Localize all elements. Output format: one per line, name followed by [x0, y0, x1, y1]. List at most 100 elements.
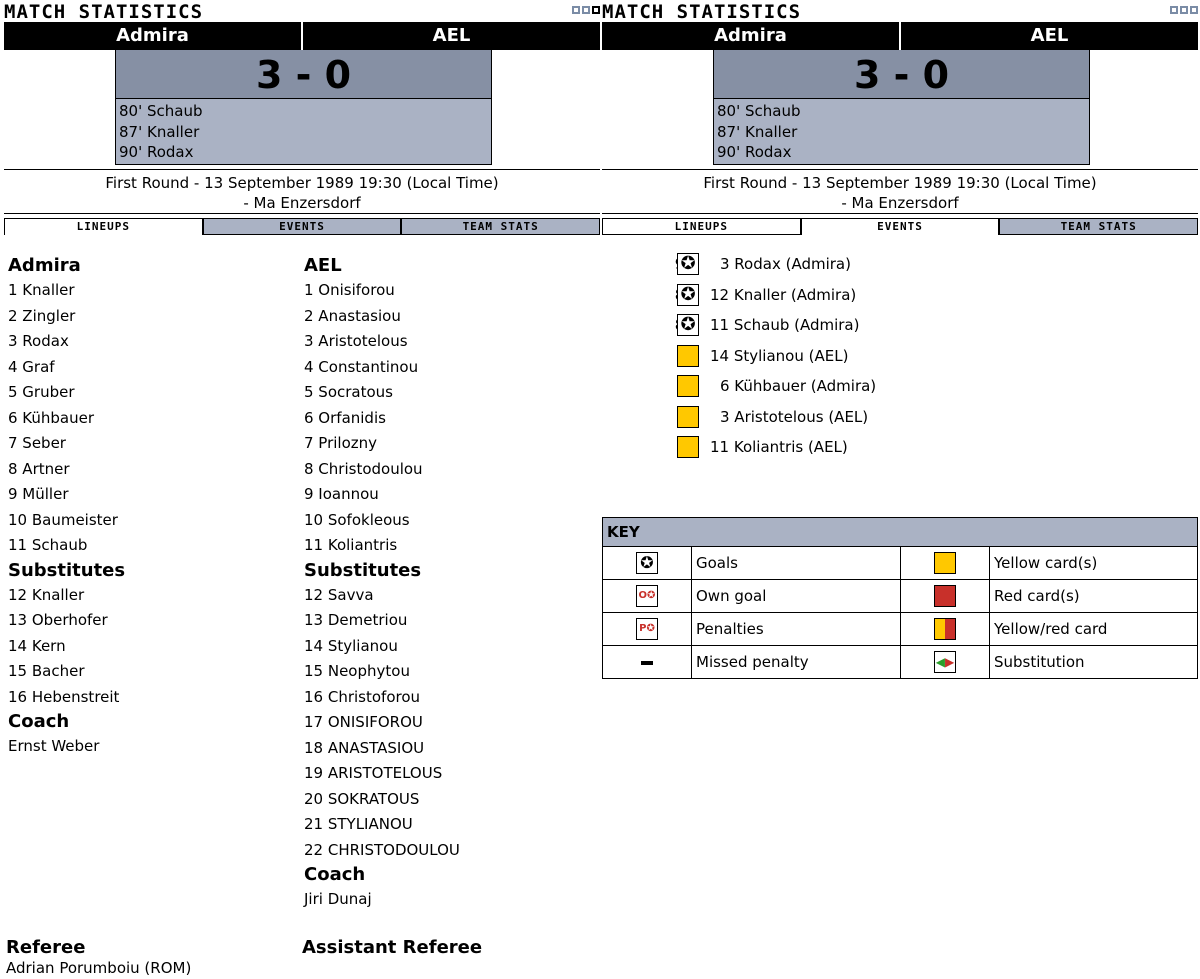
event-row: 0'14 Stylianou (AEL)	[602, 344, 1198, 375]
match-info-venue: - Ma Enzersdorf	[243, 194, 361, 212]
player-row: 10 Baumeister	[8, 510, 118, 529]
scorer: 80' Schaub	[119, 102, 203, 120]
scorers-list: 80' Schaub 87' Knaller 90' Rodax	[714, 98, 1089, 164]
score-block: 3 - 0 80' Schaub 87' Knaller 90' Rodax	[713, 50, 1090, 165]
referee-block: Referee Adrian Porumboiu (ROM)	[6, 938, 191, 978]
maximize-icon[interactable]	[592, 6, 600, 14]
scorer: 80' Schaub	[717, 102, 801, 120]
event-text: 3 Rodax (Admira)	[720, 255, 851, 273]
player-row: 3 Rodax	[8, 332, 69, 350]
missed-penalty-icon	[641, 660, 653, 665]
scorer: 87' Knaller	[119, 122, 200, 141]
player-row: 15 Bacher	[8, 662, 85, 680]
event-row: 0'3 Aristotelous (AEL)	[602, 405, 1198, 436]
event-row: 80'✪11 Schaub (Admira)	[602, 313, 1198, 344]
player-row: 18 ANASTASIOU	[304, 738, 425, 757]
key-row: P✪ Penalties Yellow/red card	[602, 612, 1198, 646]
match-info: First Round - 13 September 1989 19:30 (L…	[4, 169, 600, 213]
key-label: Missed penalty	[691, 645, 901, 679]
tab-team-stats[interactable]: TEAM STATS	[999, 218, 1199, 235]
panel-title: MATCH STATISTICS	[602, 1, 802, 23]
event-row: 87'✪12 Knaller (Admira)	[602, 283, 1198, 314]
yellow-red-card-icon	[934, 618, 956, 640]
player-row: 6 Kühbauer	[8, 408, 95, 427]
player-row: 16 Christoforou	[304, 687, 421, 706]
away-team-name: AEL	[432, 25, 471, 46]
key-row: O✪ Own goal Red card(s)	[602, 579, 1198, 613]
maximize-icon[interactable]	[1190, 6, 1198, 14]
assistant-referee-heading: Assistant Referee	[302, 937, 483, 958]
player-row: 9 Müller	[8, 485, 69, 503]
player-row: 22 CHRISTODOULOU	[304, 840, 460, 859]
tab-events[interactable]: EVENTS	[800, 218, 1000, 235]
goal-icon: ✪	[677, 314, 699, 336]
window-controls	[1170, 6, 1198, 14]
events-list: 90'✪3 Rodax (Admira)87'✪12 Knaller (Admi…	[602, 252, 1198, 466]
teams-header: Admira AEL	[602, 22, 1198, 50]
player-row: 2 Zingler	[8, 306, 76, 325]
match-info-date: First Round - 13 September 1989 19:30 (L…	[105, 174, 499, 192]
match-stats-panel-lineups: MATCH STATISTICS Admira AEL 3 - 0 80' Sc…	[4, 0, 601, 977]
match-info-date: First Round - 13 September 1989 19:30 (L…	[703, 174, 1097, 192]
score-block: 3 - 0 80' Schaub 87' Knaller 90' Rodax	[115, 50, 492, 165]
player-row: 11 Koliantris	[304, 536, 398, 554]
score: 3 - 0	[116, 50, 491, 98]
home-coach-name: Ernst Weber	[8, 737, 100, 755]
event-row: 0'11 Koliantris (AEL)	[602, 435, 1198, 466]
away-lineup-heading: AEL	[304, 255, 342, 276]
player-row: 15 Neophytou	[304, 662, 410, 680]
penalty-icon: P✪	[636, 618, 658, 640]
home-subs-heading: Substitutes	[8, 559, 126, 581]
player-row: 11 Schaub	[8, 536, 88, 554]
player-row: 6 Orfanidis	[304, 408, 386, 427]
score: 3 - 0	[714, 50, 1089, 98]
player-row: 7 Seber	[8, 434, 66, 452]
home-lineup-heading: Admira	[8, 255, 81, 276]
event-text: 14 Stylianou (AEL)	[710, 346, 849, 365]
scorer: 87' Knaller	[717, 122, 798, 141]
event-text: 12 Knaller (Admira)	[710, 285, 857, 304]
tab-bar: LINEUPS EVENTS TEAM STATS	[4, 213, 601, 235]
player-row: 8 Christodoulou	[304, 459, 423, 478]
restore-icon[interactable]	[582, 6, 590, 14]
yellow-card-icon	[677, 436, 699, 458]
minimize-icon[interactable]	[572, 6, 580, 14]
tab-events[interactable]: EVENTS	[202, 218, 402, 235]
event-text: 3 Aristotelous (AEL)	[720, 407, 869, 426]
player-row: 5 Gruber	[8, 383, 75, 401]
home-team-name: Admira	[4, 22, 303, 50]
player-row: 14 Stylianou	[304, 636, 398, 655]
home-team-name: Admira	[602, 22, 901, 50]
scorer: 90' Rodax	[717, 143, 792, 161]
own-goal-icon: O✪	[636, 585, 658, 607]
away-lineup: AEL 1 Onisiforou 2 Anastasiou 3 Aristotelo…	[304, 254, 460, 911]
player-row: 1 Knaller	[8, 281, 75, 299]
referee-name: Adrian Porumboiu (ROM)	[6, 959, 192, 977]
tab-bar: LINEUPS EVENTS TEAM STATS	[602, 213, 1199, 235]
panel-titlebar: MATCH STATISTICS	[602, 0, 1198, 22]
tab-lineups[interactable]: LINEUPS	[602, 218, 801, 235]
minimize-icon[interactable]	[1170, 6, 1178, 14]
yellow-card-icon	[934, 552, 956, 574]
tab-team-stats[interactable]: TEAM STATS	[401, 218, 601, 235]
key-row: Missed penalty ◀▶ Substitution	[602, 645, 1198, 679]
player-row: 21 STYLIANOU	[304, 815, 413, 833]
player-row: 3 Aristotelous	[304, 332, 408, 350]
home-lineup: Admira 1 Knaller 2 Zingler 3 Rodax 4 Graf 5 …	[8, 254, 125, 758]
restore-icon[interactable]	[1180, 6, 1188, 14]
scorers-list: 80' Schaub 87' Knaller 90' Rodax	[116, 98, 491, 164]
home-coach-heading: Coach	[8, 711, 70, 732]
player-row: 13 Demetriou	[304, 611, 408, 629]
player-row: 9 Ioannou	[304, 485, 379, 503]
player-row: 19 ARISTOTELOUS	[304, 764, 443, 782]
away-coach-name: Jiri Dunaj	[304, 890, 372, 908]
key-heading: KEY	[602, 517, 1198, 547]
player-row: 1 Onisiforou	[304, 281, 395, 299]
event-row: 90'✪3 Rodax (Admira)	[602, 252, 1198, 283]
match-info: First Round - 13 September 1989 19:30 (L…	[602, 169, 1198, 213]
away-coach-heading: Coach	[304, 864, 366, 885]
key-label: Goals	[691, 546, 901, 580]
scorer: 90' Rodax	[119, 143, 194, 161]
player-row: 20 SOKRATOUS	[304, 789, 420, 808]
tab-lineups[interactable]: LINEUPS	[4, 218, 203, 235]
